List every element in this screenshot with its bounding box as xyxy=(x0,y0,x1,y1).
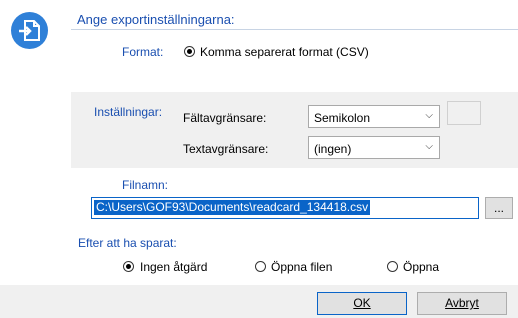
heading-divider xyxy=(71,29,518,30)
filename-input[interactable]: C:\Users\GOF93\Documents\readcard_134418… xyxy=(91,197,479,219)
dialog-heading: Ange exportinställningarna: xyxy=(77,12,235,27)
ok-button[interactable]: OK xyxy=(317,292,407,315)
after-open-file-radio[interactable] xyxy=(255,261,266,272)
text-separator-select[interactable]: (ingen) ⌵ xyxy=(308,136,440,159)
after-none-radio[interactable] xyxy=(123,261,134,272)
field-separator-select[interactable]: Semikolon ⌵ xyxy=(308,105,440,128)
format-csv-radio[interactable] xyxy=(184,46,195,57)
format-label: Format: xyxy=(122,45,164,59)
field-separator-label: Fältavgränsare: xyxy=(183,111,267,125)
browse-button[interactable]: ... xyxy=(485,197,513,219)
after-none-label: Ingen åtgärd xyxy=(140,260,208,274)
after-open-radio[interactable] xyxy=(387,261,398,272)
chevron-down-icon: ⌵ xyxy=(425,110,433,121)
cancel-button-label: Avbryt xyxy=(445,296,479,310)
after-open-file-label: Öppna filen xyxy=(271,260,333,274)
text-separator-label: Textavgränsare: xyxy=(183,142,269,156)
chevron-down-icon: ⌵ xyxy=(425,141,433,152)
filename-label: Filnamn: xyxy=(122,178,169,192)
export-icon xyxy=(11,12,48,49)
filename-value: C:\Users\GOF93\Documents\readcard_134418… xyxy=(94,200,371,215)
after-open-label: Öppna xyxy=(403,260,440,274)
after-save-label: Efter att ha sparat: xyxy=(78,236,177,250)
field-separator-value: Semikolon xyxy=(314,111,371,125)
cancel-button[interactable]: Avbryt xyxy=(417,292,507,315)
text-separator-value: (ingen) xyxy=(314,142,352,156)
separator-preview-box xyxy=(447,101,481,125)
settings-label: Inställningar: xyxy=(94,105,163,119)
ok-button-label: OK xyxy=(353,296,371,310)
format-csv-label: Komma separerat format (CSV) xyxy=(200,45,369,59)
